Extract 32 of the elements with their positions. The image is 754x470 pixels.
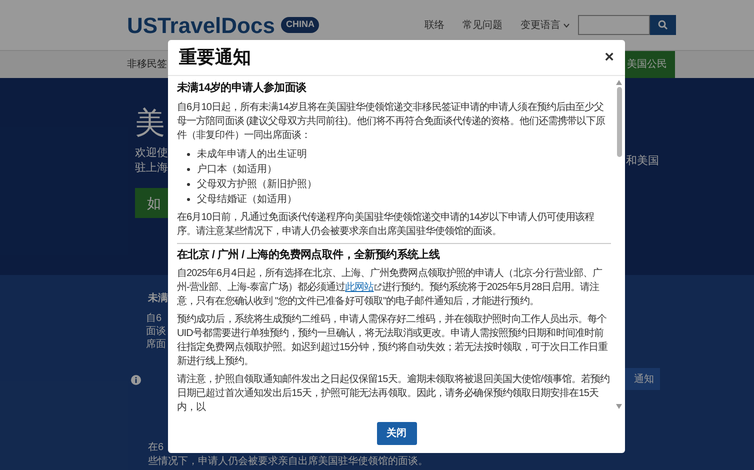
list-item: 父母结婚证（如适用） (197, 192, 297, 206)
paragraph: 请注意，护照自领取通知邮件发出之日起仅保留15天。逾期未领取将被退回美国大使馆/领事馆。若预约日期已超过首次通知发出后15天，护照可能无法再领取。因此，请务必确保预约领取日期安排在15天内，以 (177, 373, 611, 413)
notice-text: 席面 (146, 338, 166, 351)
section-heading: 未满14岁的申请人参加面谈 (177, 80, 308, 96)
list-item: 父母双方护照（新旧护照） (197, 178, 317, 192)
notice-text: 面谈 (146, 325, 166, 338)
nav-link[interactable]: 常见问题 (462, 18, 502, 32)
close-dialog-button[interactable]: 关闭 (376, 422, 416, 444)
notice-text: 在6 (148, 441, 164, 455)
paragraph: 在6月10日前，凡通过免面谈代传递程序向美国驻华使领馆递交申请的14岁以下申请人仍可使用该程序。请注意某些情况下，申请人仍会被要求亲自出席美国驻华使领馆的面谈。 (177, 210, 596, 238)
nav-link[interactable]: 联络 (424, 18, 444, 32)
section-heading: 在北京 / 广州 / 上海的免费网点取件，全新预约系统上线 (177, 248, 441, 262)
paragraph: 预约成功后，系统将生成预约二维码，申请人需保存好二维码，并在领取护照时向工作人员出示。每个UID号都需要进行单独预约，预约一旦确认，将无法取消或更改。申请人需按照预约日期和时间准时前往指定免费网点领取护照。如迟到超过15分钟，预约将自动失效；若无法按时领取，可于次日工作日重新进行线上预约。 (177, 313, 608, 369)
notice-heading: 未满 (148, 292, 168, 306)
paragraph: 自6月10日起，所有未满14岁且将在美国驻华使领馆递交非移民签证申请的申请人须在预约后由至少父母一方陪同面谈 (建议父母双方共同前往)。他们将不再符合免面谈代传递的资格。他们还需携带以下原件（非复印件）一同出席面谈： (177, 100, 606, 142)
paragraph: 自2025年6月4日起，所有选择在北京、上海、广州免费网点领取护照的申请人（北京-分行营业部、广州-营业部、上海-泰富广场）都必须通过此网站 进行预约。预约系统将于2025年5月28日启用。请注意，只有在您确认收到 "您的文件已准备好可领取"的电子邮件通知后，才能进行预约。 (177, 267, 604, 309)
dialog-title: 重要通知 (179, 46, 251, 70)
nav-item[interactable]: 非移民签 (127, 57, 167, 72)
intro-text: 和美国 (626, 154, 659, 169)
country-badge: CHINA (280, 17, 320, 33)
list-item: 户口本（如适用） (197, 162, 277, 176)
notice-text: 自6 (146, 312, 163, 325)
intro-text: 驻上海 (135, 161, 168, 176)
list-item: 未成年申请人的出生证明 (197, 148, 307, 162)
hero-button[interactable]: 如 (135, 188, 168, 218)
close-button[interactable]: × (604, 50, 614, 66)
notice-text: 些情况下，申请人仍会被要求亲自出席美国驻华使领馆的面谈。 (148, 455, 428, 469)
website-link[interactable]: 此网站 (345, 282, 374, 293)
language-menu[interactable]: 变更语言 (520, 18, 570, 32)
intro-text: 欢迎使 (135, 146, 168, 161)
hero-title: 美 (135, 106, 166, 142)
site-logo[interactable]: USTravelDocs (127, 8, 275, 42)
